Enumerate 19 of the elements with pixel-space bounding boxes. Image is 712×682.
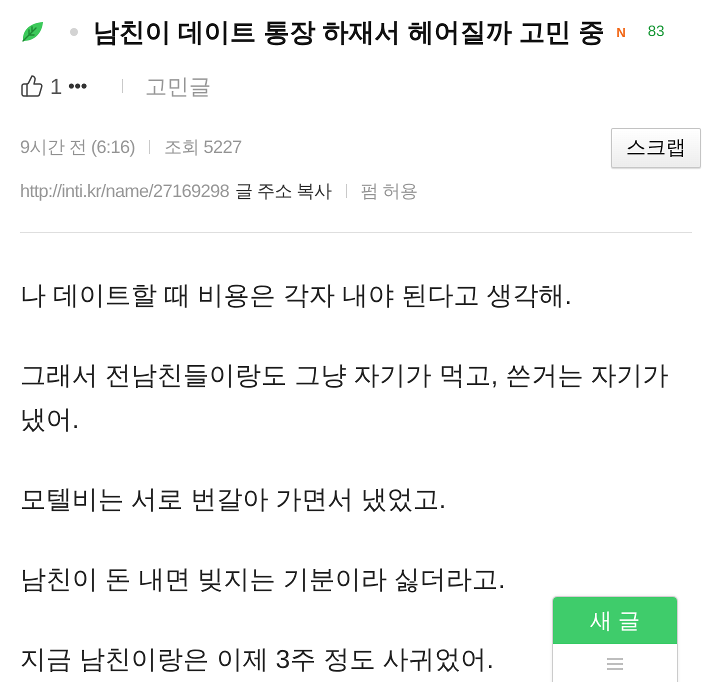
new-label: N [616, 26, 626, 38]
post-title: 남친이 데이트 통장 하재서 헤어질까 고민 중 [93, 16, 604, 48]
view-count: 조회 5227 [164, 136, 242, 158]
scrap-button[interactable]: 스크랩 [611, 128, 701, 168]
like-count: 1 [50, 72, 62, 100]
body-paragraph: 모텔비는 서로 번갈아 가면서 냈었고. [20, 483, 446, 516]
comment-count: 83 [648, 22, 664, 42]
post-url: http://inti.kr/name/27169298 [20, 180, 230, 203]
thumbs-up-icon[interactable] [20, 74, 44, 98]
repost-permission: 펌 허용 [360, 180, 418, 202]
post-time: 9시간 전 (6:16) [20, 136, 136, 159]
body-paragraph: 지금 남친이랑은 이제 3주 정도 사귀었어. [20, 643, 494, 676]
body-paragraph: 남친이 돈 내면 빚지는 기분이라 싫더라고. [20, 563, 506, 596]
body-paragraph: 나 데이트할 때 비용은 각자 내야 된다고 생각해. [20, 279, 572, 312]
leaf-icon [20, 21, 44, 43]
menu-icon[interactable] [607, 658, 623, 670]
more-button[interactable]: ••• [68, 77, 88, 95]
body-paragraph: 그래서 전남친들이랑도 그냥 자기가 먹고, 쓴거는 자기가 냈어. [20, 359, 670, 436]
copy-link-button[interactable]: 글 주소 복사 [235, 178, 332, 204]
